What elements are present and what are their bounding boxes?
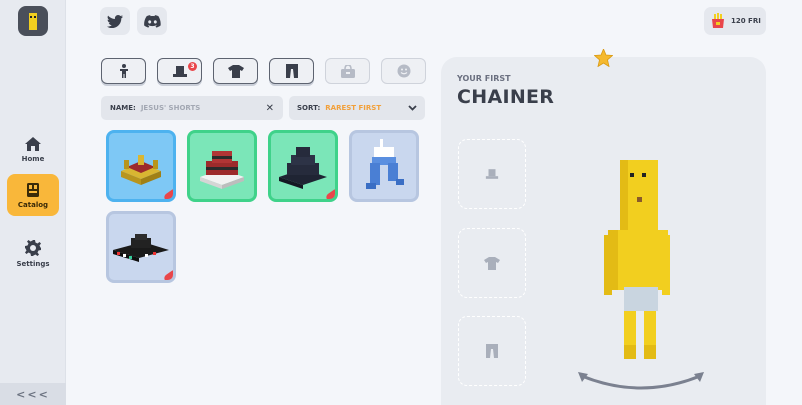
character-model[interactable] xyxy=(600,155,680,370)
sort-dropdown[interactable]: SORT: RAREST FIRST xyxy=(289,96,425,120)
category-face-button[interactable] xyxy=(381,58,426,84)
sidebar-item-catalog[interactable]: Catalog xyxy=(7,174,59,216)
currency-amount: 120 FRI xyxy=(731,17,761,25)
rotate-arrow-icon[interactable] xyxy=(574,366,708,392)
preview-title: CHAINER xyxy=(457,86,555,108)
shirt-icon xyxy=(484,256,500,270)
app-logo[interactable] xyxy=(18,6,48,36)
shirt-icon xyxy=(227,64,244,78)
twitter-icon xyxy=(107,14,123,28)
chevron-down-icon xyxy=(408,105,417,111)
name-filter[interactable]: NAME: JESUS' SHORTS ✕ xyxy=(101,96,283,120)
body-icon xyxy=(119,64,128,78)
currency-balance[interactable]: 120 FRI xyxy=(704,7,766,35)
category-body-button[interactable] xyxy=(101,58,146,84)
catalog-item-crown-hat[interactable] xyxy=(106,130,176,202)
hat-icon xyxy=(172,65,187,77)
sidebar-item-label: Settings xyxy=(16,259,50,268)
home-icon xyxy=(25,136,41,151)
category-pants-button[interactable] xyxy=(269,58,314,84)
category-accessory-button[interactable] xyxy=(325,58,370,84)
category-shirt-button[interactable] xyxy=(213,58,258,84)
sidebar-item-settings[interactable]: Settings xyxy=(7,232,59,274)
equip-slot-shirt[interactable] xyxy=(458,228,526,298)
sidebar-item-label: Catalog xyxy=(17,200,49,209)
discord-button[interactable] xyxy=(137,7,167,35)
red-tier-hat-thumbnail xyxy=(200,151,244,189)
catalog-item-red-tier-hat[interactable] xyxy=(187,130,257,202)
sort-value: RAREST FIRST xyxy=(325,104,382,112)
hat-icon xyxy=(485,169,499,179)
blue-pants-thumbnail xyxy=(366,139,404,189)
star-icon xyxy=(594,49,613,67)
fries-icon xyxy=(712,13,724,28)
collapse-label: <<< xyxy=(16,387,50,401)
striped-cap-thumbnail xyxy=(113,234,169,262)
clear-filter-button[interactable]: ✕ xyxy=(266,103,274,114)
sort-label: SORT: xyxy=(297,104,321,112)
catalog-icon xyxy=(27,182,39,197)
black-tier-hat-thumbnail xyxy=(279,147,327,189)
equip-slot-hat[interactable] xyxy=(458,139,526,209)
bag-icon xyxy=(340,64,355,78)
sidebar-item-home[interactable]: Home xyxy=(7,128,59,170)
chainer-logo-icon xyxy=(29,13,37,30)
category-hat-button[interactable]: 3 xyxy=(157,58,202,84)
sidebar-item-label: Home xyxy=(21,154,45,163)
gear-icon xyxy=(25,239,41,256)
sidebar-collapse-button[interactable]: <<< xyxy=(0,383,66,405)
pants-icon xyxy=(486,344,498,358)
equip-slot-pants[interactable] xyxy=(458,316,526,386)
name-filter-label: NAME: xyxy=(110,104,136,112)
catalog-item-black-tier-hat[interactable] xyxy=(268,130,338,202)
face-icon xyxy=(397,64,410,78)
name-filter-value[interactable]: JESUS' SHORTS xyxy=(141,104,266,112)
preview-subtitle: YOUR FIRST xyxy=(457,74,511,83)
discord-icon xyxy=(143,14,161,28)
hat-count-badge: 3 xyxy=(188,62,197,71)
twitter-button[interactable] xyxy=(100,7,130,35)
catalog-item-striped-cap[interactable] xyxy=(106,211,176,283)
crown-hat-thumbnail xyxy=(121,155,161,185)
sidebar: Home Catalog Settings <<< xyxy=(0,0,66,405)
pants-icon xyxy=(285,64,298,78)
catalog-item-blue-pants[interactable] xyxy=(349,130,419,202)
